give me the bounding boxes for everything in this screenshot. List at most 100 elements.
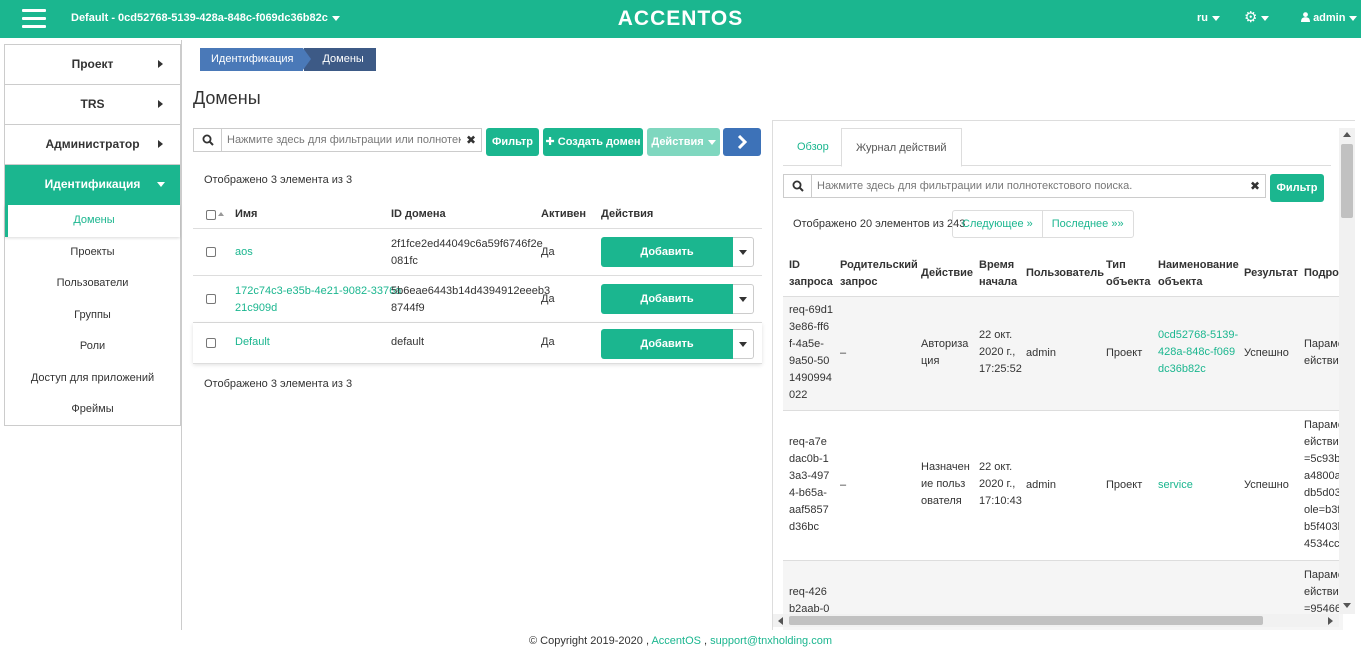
domains-count-top: Отображено 3 элемента из 3 [204,174,353,186]
filter-button[interactable]: Фильтр [486,128,539,156]
sidebar-section-identity[interactable]: Идентификация [5,165,180,205]
sidebar-section-trs[interactable]: TRS [5,85,180,125]
pager-next[interactable]: Следующее » [953,211,1042,237]
row-checkbox[interactable] [206,338,216,348]
domain-name-link[interactable]: aos [235,246,253,258]
table-row: 172c74c3-e35b-4e21-9082-3376a 21c909d 5b… [193,276,762,335]
scroll-up-icon[interactable] [1343,132,1351,137]
col-actions: Действия [601,208,654,220]
log-result: Успешно [1244,347,1289,359]
col-parent-request: Родительский [840,259,918,271]
col-name[interactable]: Имя [235,208,257,220]
actions-label: Действия [651,136,704,148]
col-start-time: Время [979,259,1015,271]
sidebar-section-admin[interactable]: Администратор [5,125,180,165]
create-domain-button[interactable]: ✚ Создать домен [543,128,643,156]
breadcrumb-item-identity[interactable]: Идентификация [200,48,312,71]
user-icon [1301,12,1310,22]
gear-icon: ⚙ [1244,9,1258,26]
add-config-main[interactable]: Добавить конфигурацию [601,284,733,335]
domain-id: 2f1fce2ed44049c6a59f6746f2e [391,238,543,250]
horizontal-scrollbar[interactable] [773,614,1339,627]
parent-request: – [840,479,847,491]
scroll-left-icon[interactable] [778,617,783,625]
domain-name-link[interactable]: Default [235,336,270,348]
log-action: ция [921,355,940,367]
add-config-main[interactable]: Добавить конфигурацию [601,329,733,380]
details-panel: Обзор Журнал действий Нажмите здесь для … [772,121,1355,630]
sidebar-item-roles[interactable]: Роли [5,331,180,363]
log-filter-button[interactable]: Фильтр [1270,174,1324,202]
project-selector[interactable]: Default - 0cd52768-5139-428a-848c-f069dc… [71,12,340,24]
col-active[interactable]: Активен [541,208,586,220]
domain-name-link-cont[interactable]: 21c909d [235,302,277,314]
request-id: 3e86-ff6 [789,321,830,333]
next-arrow-button[interactable] [723,128,761,156]
row-checkbox[interactable] [206,294,216,304]
object-name-link[interactable]: dc36b82c [1158,361,1206,378]
scroll-thumb[interactable] [789,616,1263,625]
language-selector[interactable]: ru [1197,12,1220,24]
footer-brand-link[interactable]: AccentOS [651,635,701,647]
actions-button[interactable]: Действия [647,128,720,156]
col-request-id: ID [789,259,800,271]
chevron-down-icon [331,15,340,21]
sidebar-item-groups[interactable]: Группы [5,300,180,332]
add-config-main[interactable]: Добавить конфигурацию [601,237,733,288]
clear-icon[interactable]: ✖ [461,133,481,147]
scroll-thumb[interactable] [1341,144,1353,218]
request-id: aaf5857 [789,504,829,516]
add-config-dropdown[interactable] [733,284,754,314]
start-time: 22 окт. [979,329,1013,341]
footer-email-link[interactable]: support@tnxholding.com [710,635,832,647]
user-menu[interactable]: admin [1301,12,1358,24]
tab-overview[interactable]: Обзор [783,128,843,166]
parent-request: – [840,347,847,359]
domain-active: Да [541,246,555,258]
clear-icon[interactable]: ✖ [1245,179,1265,193]
table-row: aos 2f1fce2ed44049c6a59f6746f2e 081fc Да… [193,229,762,288]
request-id: dac0b-1 [789,453,829,465]
create-domain-label: Создать домен [557,136,641,148]
scroll-right-icon[interactable] [1328,617,1333,625]
log-details: Параме [1304,569,1344,581]
sidebar-item-app-credentials[interactable]: Доступ для приложений [5,363,180,395]
start-time: 22 окт. [979,461,1013,473]
select-all-checkbox[interactable] [206,210,216,220]
add-config-dropdown[interactable] [733,329,754,359]
sidebar-item-users[interactable]: Пользователи [5,268,180,300]
sidebar-item-projects[interactable]: Проекты [5,237,180,269]
add-config-button: Добавить конфигурацию [601,329,754,380]
sidebar-section-project[interactable]: Проект [5,45,180,85]
object-name-link[interactable]: 428a-848c-f069 [1158,344,1235,361]
tab-action-log[interactable]: Журнал действий [841,128,962,167]
search-icon [194,129,222,151]
menu-toggle-icon[interactable] [22,9,46,29]
request-id: req-a7e [789,436,827,448]
log-count: Отображено 20 элементов из 243 [793,218,966,230]
scroll-down-icon[interactable] [1343,603,1351,608]
pager: Следующее » Последнее »» [952,210,1134,238]
start-time: 17:25:52 [979,363,1022,375]
domain-name-link[interactable]: 172c74c3-e35b-4e21-9082-3376a [235,285,401,297]
col-action: Действие [921,267,973,279]
row-checkbox[interactable] [206,247,216,257]
log-table-header: ID запроса Родительский запрос Действие … [783,251,1352,297]
sort-asc-icon[interactable] [218,212,224,216]
sidebar-item-frames[interactable]: Фреймы [5,394,180,426]
pager-last[interactable]: Последнее »» [1041,211,1133,237]
add-config-dropdown[interactable] [733,237,754,267]
col-domain-id[interactable]: ID домена [391,208,446,220]
col-result: Результат [1244,267,1299,279]
log-action: ователя [921,495,962,507]
object-name-link[interactable]: 0cd52768-5139- [1158,327,1238,344]
domains-search: Нажмите здесь для фильтрации или полноте… [193,128,482,152]
object-name-link[interactable]: service [1158,477,1193,494]
log-search-input[interactable]: Нажмите здесь для фильтрации или полноте… [812,180,1245,192]
chevron-right-icon [158,60,163,68]
domains-search-input[interactable]: Нажмите здесь для фильтрации или полноте… [222,134,461,146]
settings-menu[interactable]: ⚙ [1244,9,1270,26]
sidebar-item-domains[interactable]: Домены [5,205,180,237]
vertical-scrollbar[interactable] [1339,128,1355,614]
col-object-type-2: объекта [1106,276,1151,288]
